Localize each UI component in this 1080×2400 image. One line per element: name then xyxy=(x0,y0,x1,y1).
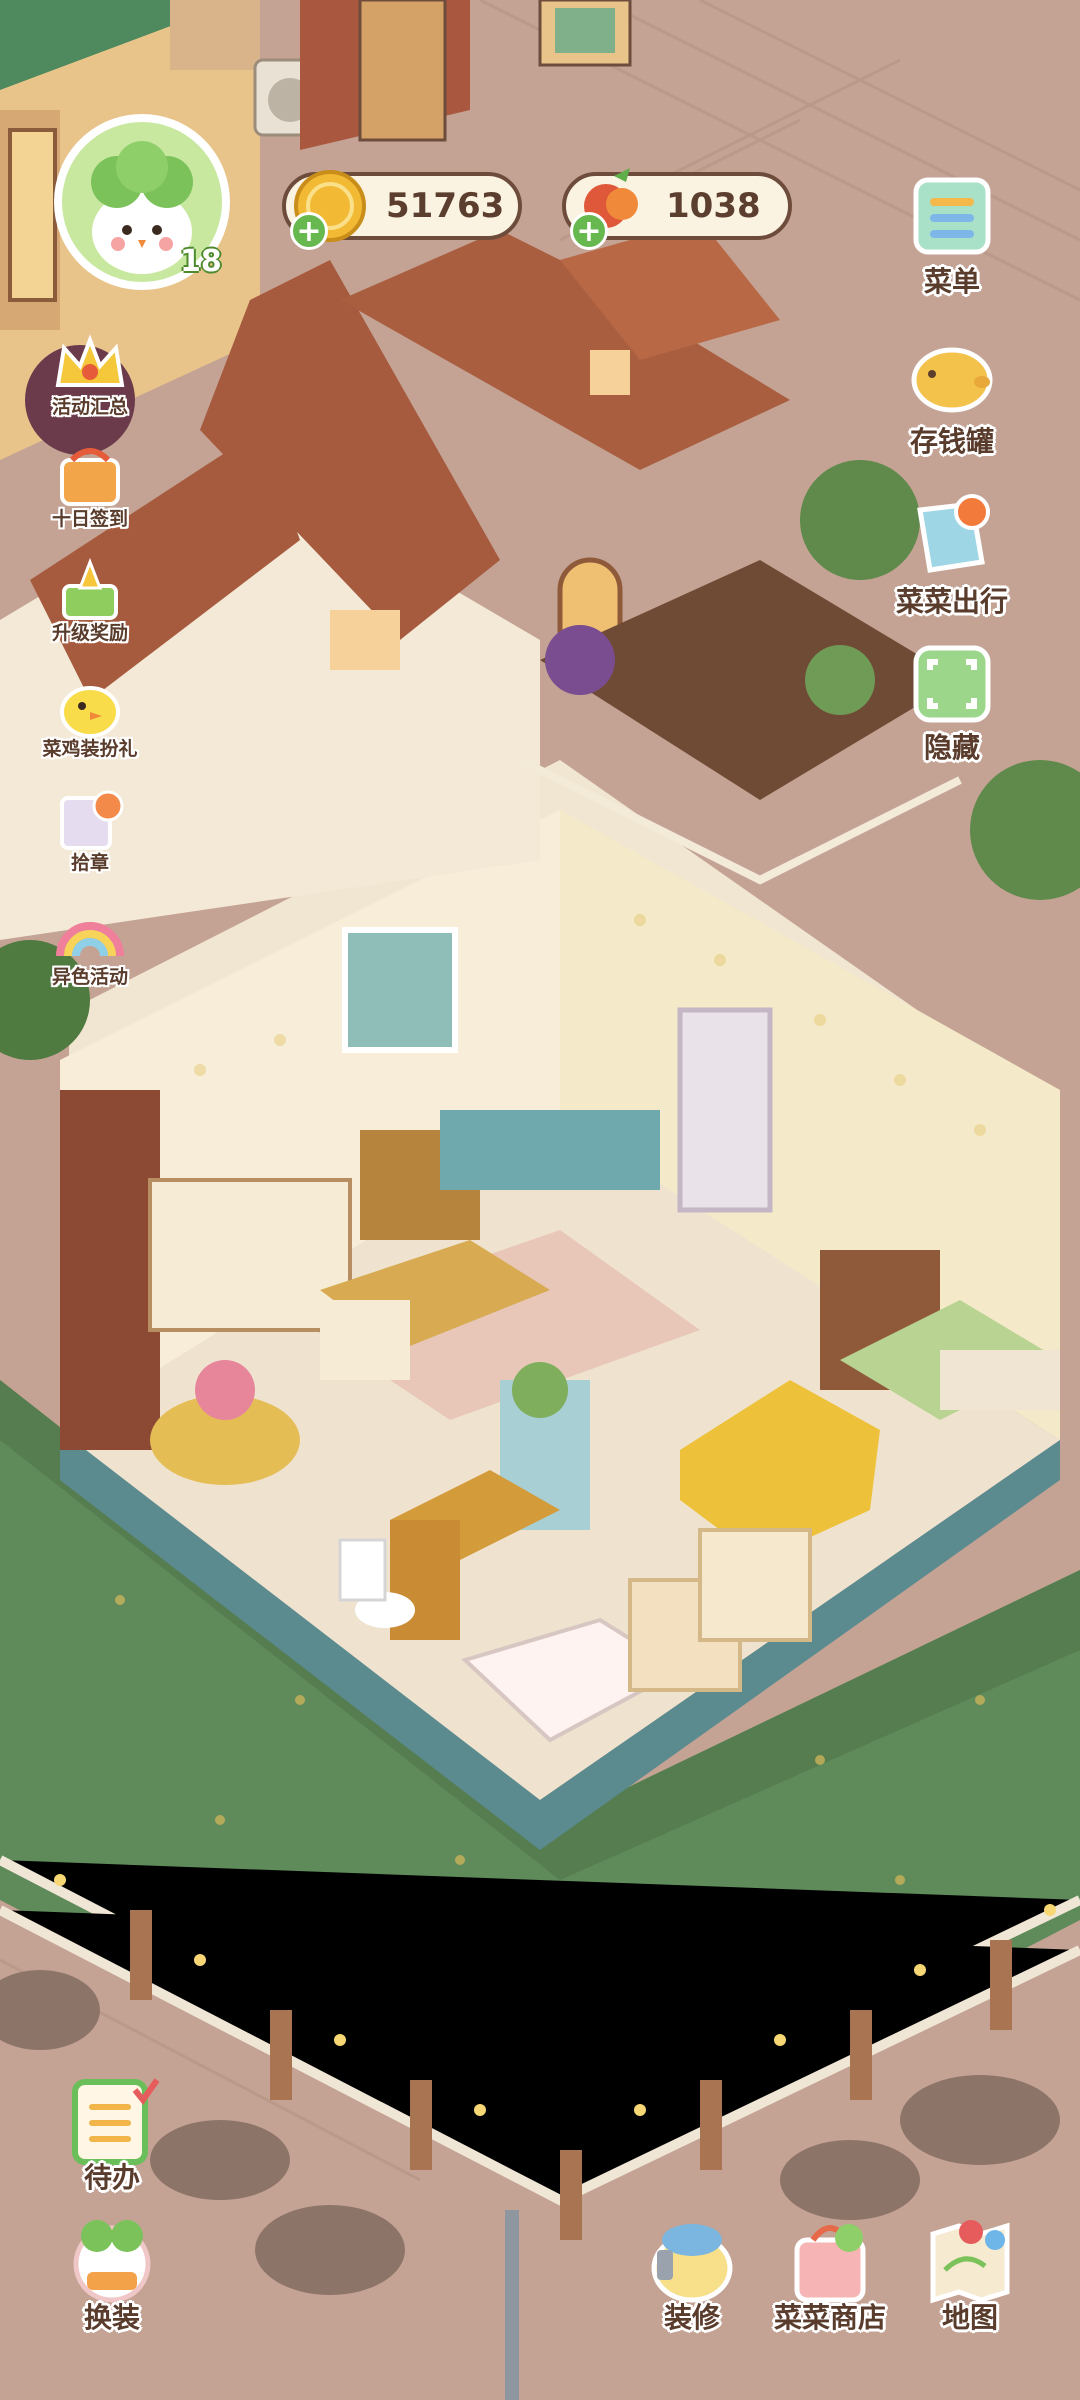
coin-amount: 51763 xyxy=(386,186,505,226)
player-level: 18 xyxy=(180,244,222,279)
map-icon xyxy=(930,2220,1010,2304)
menu-label: 异色活动 xyxy=(51,966,129,988)
player-avatar[interactable]: 18 xyxy=(52,112,232,292)
level-up-arrow-icon xyxy=(62,557,118,620)
menu-label: 隐藏 xyxy=(923,731,981,764)
todo-label: 待办 xyxy=(83,2161,141,2194)
calendar-basket-icon xyxy=(60,448,120,506)
yellow-chick-icon xyxy=(60,686,120,738)
menu-list-icon xyxy=(913,177,991,255)
left-menu: 活动汇总 十日签到 升级奖励 菜鸡装扮礼 拾章 异色活动 xyxy=(0,320,190,1000)
menu-label: 活动汇总 xyxy=(51,396,129,418)
shop-bag-icon xyxy=(794,2224,866,2303)
rainbow-icon xyxy=(56,922,124,957)
menu-label: 存钱罐 xyxy=(909,425,995,458)
menu-label: 升级奖励 xyxy=(51,622,129,644)
hide-expand-icon xyxy=(913,645,991,723)
add-vegetables-button[interactable]: + xyxy=(570,212,608,250)
travel-map-icon xyxy=(917,494,990,573)
vegetable-amount: 1038 xyxy=(666,186,761,226)
map-label: 地图 xyxy=(941,2301,999,2334)
shop-label: 菜菜商店 xyxy=(773,2301,887,2334)
decorate-label: 装修 xyxy=(663,2301,721,2334)
right-menu: 菜单 存钱罐 菜菜出行 隐藏 xyxy=(880,160,1080,780)
menu-label: 菜菜出行 xyxy=(895,585,1009,618)
add-coins-button[interactable]: + xyxy=(290,212,328,250)
menu-label: 十日签到 xyxy=(51,508,129,530)
decorate-hammer-icon xyxy=(651,2224,733,2303)
wardrobe-icon xyxy=(73,2220,151,2303)
badge-collection-icon xyxy=(60,790,124,850)
piggy-bank-icon xyxy=(911,347,993,413)
menu-label: 菜鸡装扮礼 xyxy=(42,738,138,760)
menu-label: 拾章 xyxy=(70,852,110,874)
crown-icon xyxy=(55,334,125,387)
todo-clipboard-icon xyxy=(72,2078,160,2165)
outfit-label: 换装 xyxy=(83,2301,141,2334)
menu-label: 菜单 xyxy=(923,265,981,298)
